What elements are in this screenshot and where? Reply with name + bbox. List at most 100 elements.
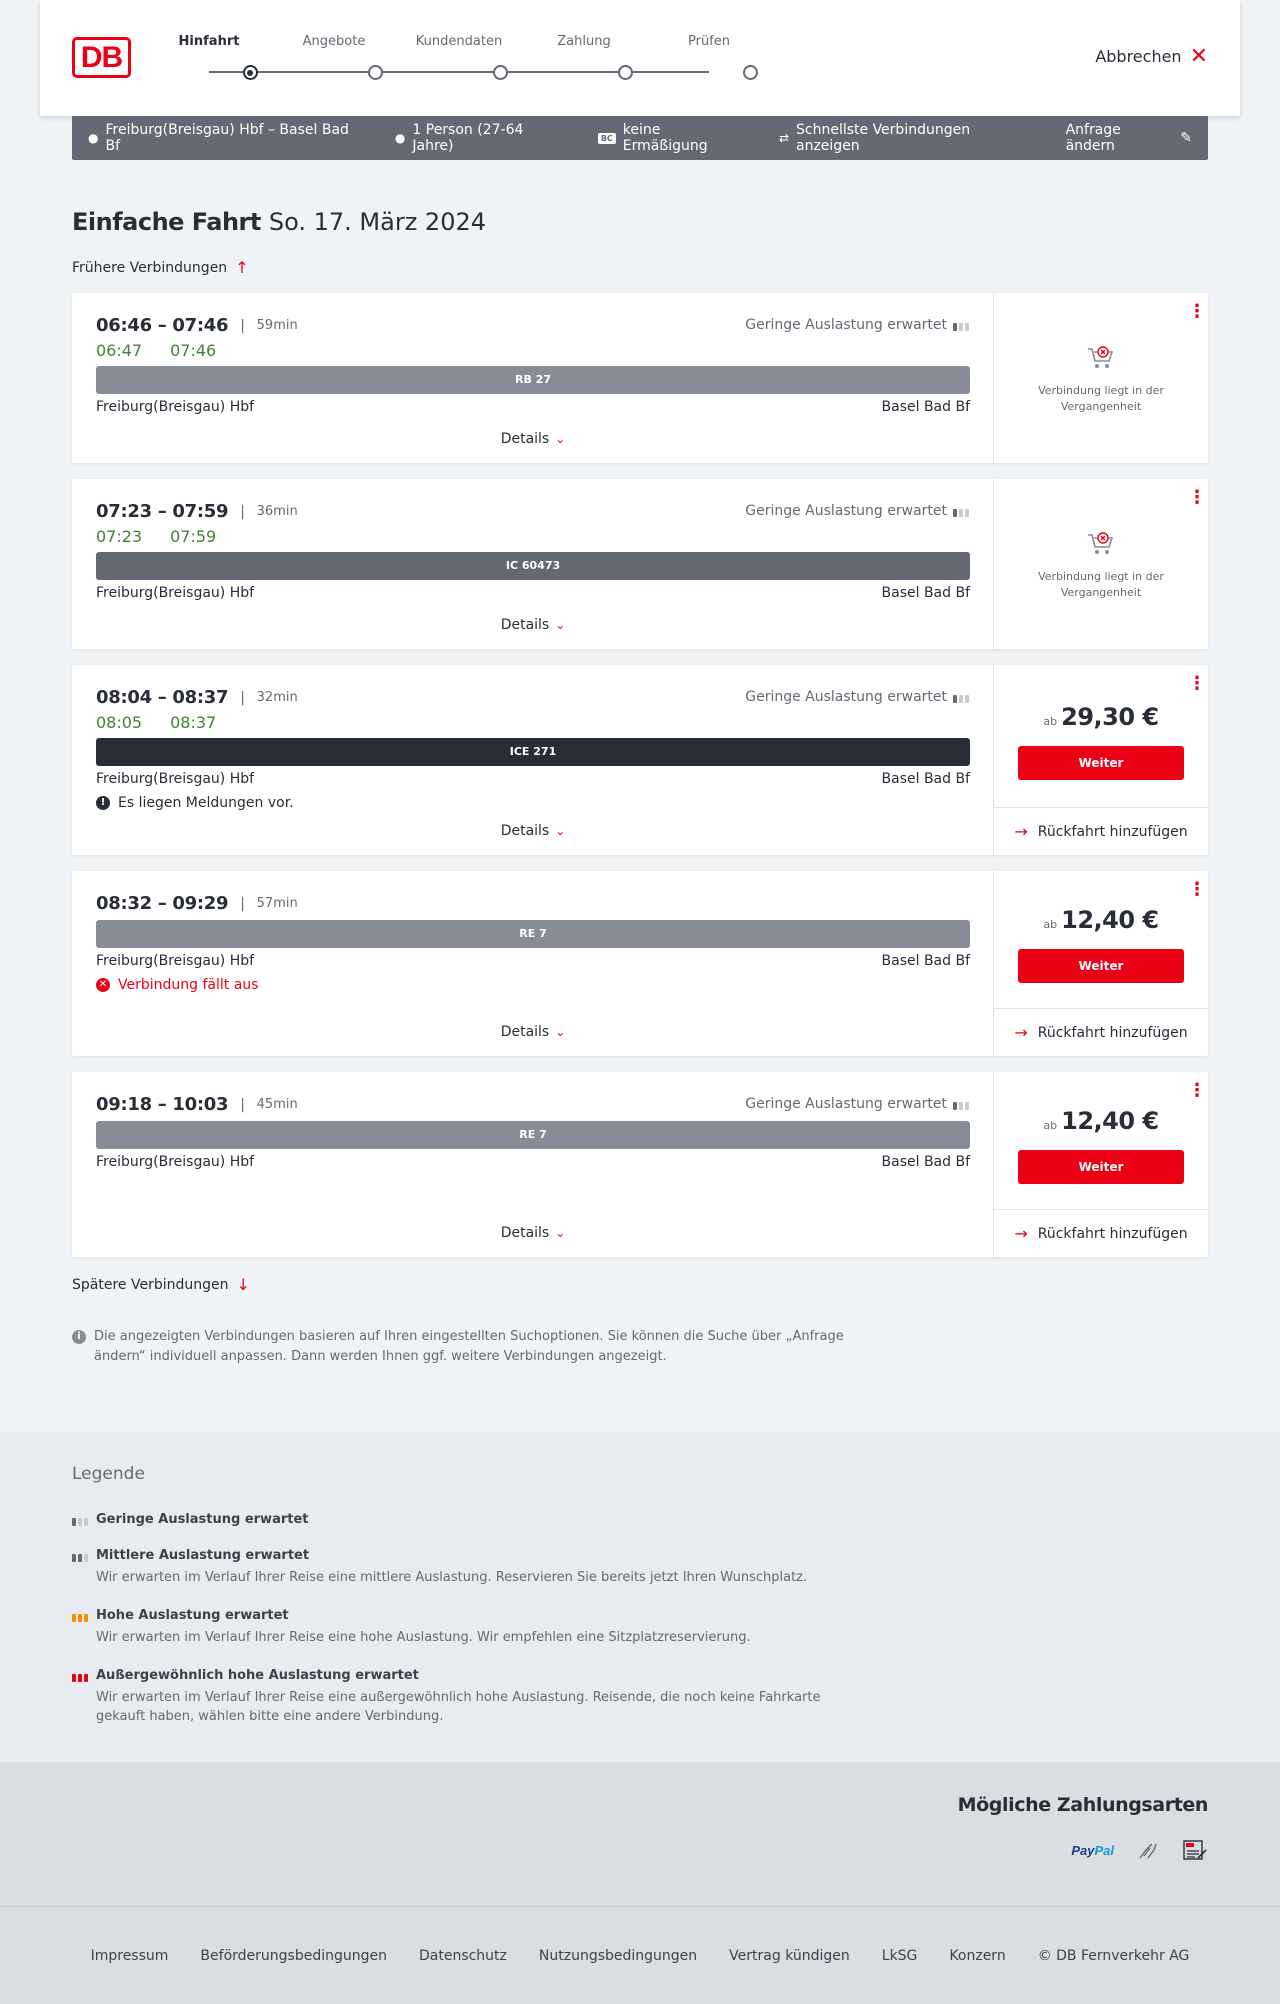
cancellation-text: Verbindung fällt aus (118, 977, 259, 993)
legend-item-high: Hohe Auslastung erwartet Wir erwarten im… (72, 1608, 872, 1647)
edit-search-button[interactable]: Anfrage ändern ✎ (1066, 122, 1192, 154)
stations: Freiburg(Breisgau) Hbf Basel Bad Bf (96, 953, 970, 969)
paypal-text-a: Pay (1071, 1842, 1095, 1858)
footer-link-konzern[interactable]: Konzern (949, 1948, 1005, 1964)
more-options-icon[interactable]: ⋮ (1188, 1082, 1206, 1100)
footer-link-lksg[interactable]: LkSG (882, 1948, 918, 1964)
legend-item-description: Wir erwarten im Verlauf Ihrer Reise eine… (96, 1570, 808, 1585)
occupancy-medium-icon (72, 1550, 88, 1562)
add-return-trip-button[interactable]: → Rückfahrt hinzufügen (994, 1209, 1208, 1257)
footer-link-datenschutz[interactable]: Datenschutz (419, 1948, 507, 1964)
search-info-note: i Die angezeigten Verbindungen basieren … (72, 1327, 852, 1367)
add-return-trip-button[interactable]: → Rückfahrt hinzufügen (994, 1008, 1208, 1056)
legend-title: Legende (72, 1464, 145, 1484)
footer-link-vertrag-kuendigen[interactable]: Vertrag kündigen (729, 1948, 850, 1964)
legend-item-title: Außergewöhnlich hohe Auslastung erwartet (96, 1668, 419, 1683)
details-toggle[interactable]: Details ⌄ (72, 617, 994, 633)
occupancy-low-icon (953, 691, 969, 703)
offer-panel: ⋮ Verbindung liegt in der Vergangenheit (994, 479, 1208, 649)
connection-summary[interactable]: 07:23 – 07:59 | 36min 07:23 07:59 Geringe A… (72, 479, 994, 649)
sepa-direct-debit-icon (1183, 1840, 1207, 1860)
arrow-right-icon: → (1014, 822, 1028, 841)
footer-link-nutzungsbedingungen[interactable]: Nutzungsbedingungen (539, 1948, 697, 1964)
duration: 32min (256, 690, 298, 705)
cancellation-message: ✕ Verbindung fällt aus (96, 977, 258, 993)
duration: 57min (256, 896, 298, 911)
more-options-icon[interactable]: ⋮ (1188, 489, 1206, 507)
db-logo[interactable]: DB (72, 37, 131, 78)
destination-station: Basel Bad Bf (881, 953, 970, 969)
stations: Freiburg(Breisgau) Hbf Basel Bad Bf (96, 771, 970, 787)
details-toggle[interactable]: Details ⌄ (72, 431, 994, 447)
continue-button[interactable]: Weiter (1018, 746, 1184, 780)
occupancy-text: Geringe Auslastung erwartet (745, 503, 947, 519)
occupancy-high-icon (72, 1610, 88, 1622)
duration: 36min (256, 504, 298, 519)
offer-panel: ⋮ Verbindung liegt in der Vergangenheit (994, 293, 1208, 463)
info-icon: i (72, 1330, 86, 1344)
add-return-trip-button[interactable]: → Rückfahrt hinzufügen (994, 807, 1208, 855)
bahncard-icon: BC (597, 132, 616, 144)
occupancy-info: Geringe Auslastung erwartet (745, 503, 969, 519)
offer-panel: ⋮ ab 12,40 € Weiter → Rückfahrt hinzufügen (994, 1072, 1208, 1257)
details-toggle[interactable]: Details ⌄ (72, 823, 994, 839)
planned-times: 08:04 – 08:37 (96, 687, 229, 708)
progress-line (209, 71, 709, 73)
route-filter[interactable]: ● Freiburg(Breisgau) Hbf – Basel Bad Bf (88, 122, 363, 154)
more-options-icon[interactable]: ⋮ (1188, 303, 1206, 321)
connection-times: 07:23 – 07:59 | 36min (96, 501, 298, 522)
footer-link-impressum[interactable]: Impressum (91, 1948, 169, 1964)
details-label: Details (500, 1024, 550, 1040)
notice-message[interactable]: ! Es liegen Meldungen vor. (96, 795, 294, 811)
connection-card: 07:23 – 07:59 | 36min 07:23 07:59 Geringe A… (72, 479, 1208, 649)
price-value: 29,30 € (1061, 703, 1159, 731)
occupancy-very-high-icon (72, 1670, 88, 1682)
details-label: Details (500, 823, 550, 839)
more-options-icon[interactable]: ⋮ (1188, 675, 1206, 693)
later-label: Spätere Verbindungen (72, 1276, 229, 1293)
step-kundendaten: Kundendaten (415, 34, 503, 49)
details-label: Details (500, 1225, 550, 1241)
destination-station: Basel Bad Bf (881, 1154, 970, 1170)
occupancy-text: Geringe Auslastung erwartet (745, 1096, 947, 1112)
connection-summary[interactable]: 06:46 – 07:46 | 59min 06:47 07:46 Geringe A… (72, 293, 994, 463)
price-prefix: ab (1043, 715, 1058, 728)
connection-summary[interactable]: 09:18 – 10:03 | 45min Geringe Auslastung e… (72, 1072, 994, 1257)
stations: Freiburg(Breisgau) Hbf Basel Bad Bf (96, 1154, 970, 1170)
later-connections-link[interactable]: Spätere Verbindungen ↓ (72, 1275, 250, 1294)
price-prefix: ab (1043, 1119, 1058, 1132)
destination-station: Basel Bad Bf (881, 399, 970, 415)
connection-summary[interactable]: 08:32 – 09:29 | 57min RE 7 Freiburg(Breisg… (72, 871, 994, 1056)
more-options-icon[interactable]: ⋮ (1188, 881, 1206, 899)
occupancy-info: Geringe Auslastung erwartet (745, 689, 969, 705)
cancel-button[interactable]: Abbrechen ✕ (1095, 45, 1208, 67)
legend-item-title: Geringe Auslastung erwartet (96, 1512, 309, 1527)
occupancy-low-icon (72, 1514, 88, 1526)
fastest-filter[interactable]: ⇄ Schnellste Verbindungen anzeigen (779, 122, 1034, 154)
step-zahlung: Zahlung (557, 34, 611, 49)
destination-station: Basel Bad Bf (881, 771, 970, 787)
details-toggle[interactable]: Details ⌄ (72, 1024, 994, 1040)
realtime-departure: 08:05 (96, 713, 143, 732)
trip-type: Einfache Fahrt (72, 208, 261, 236)
connection-summary[interactable]: 08:04 – 08:37 | 32min 08:05 08:37 Geringe A… (72, 665, 994, 855)
add-return-label: Rückfahrt hinzufügen (1037, 1024, 1188, 1041)
passenger-filter[interactable]: ● 1 Person (27-64 Jahre) (395, 122, 566, 154)
cancel-label: Abbrechen (1095, 47, 1182, 66)
continue-button[interactable]: Weiter (1018, 1150, 1184, 1184)
discount-filter[interactable]: BC keine Ermäßigung (597, 122, 747, 154)
continue-button[interactable]: Weiter (1018, 949, 1184, 983)
details-toggle[interactable]: Details ⌄ (72, 1225, 994, 1241)
footer-link-befoerderungsbedingungen[interactable]: Beförderungsbedingungen (200, 1948, 387, 1964)
past-text: Verbindung liegt in der Vergangenheit (1038, 384, 1164, 413)
price: ab 12,40 € (994, 906, 1208, 934)
chevron-down-icon: ⌄ (555, 432, 566, 446)
connection-card: 06:46 – 07:46 | 59min 06:47 07:46 Geringe A… (72, 293, 1208, 463)
planned-times: 07:23 – 07:59 (96, 501, 229, 522)
arrow-right-icon: → (1014, 1224, 1028, 1243)
earlier-connections-link[interactable]: Frühere Verbindungen ↑ (72, 258, 249, 277)
connection-card: 08:04 – 08:37 | 32min 08:05 08:37 Geringe A… (72, 665, 1208, 855)
chevron-down-icon: ⌄ (555, 1025, 566, 1039)
connection-times: 08:04 – 08:37 | 32min (96, 687, 298, 708)
origin-station: Freiburg(Breisgau) Hbf (96, 1154, 255, 1170)
